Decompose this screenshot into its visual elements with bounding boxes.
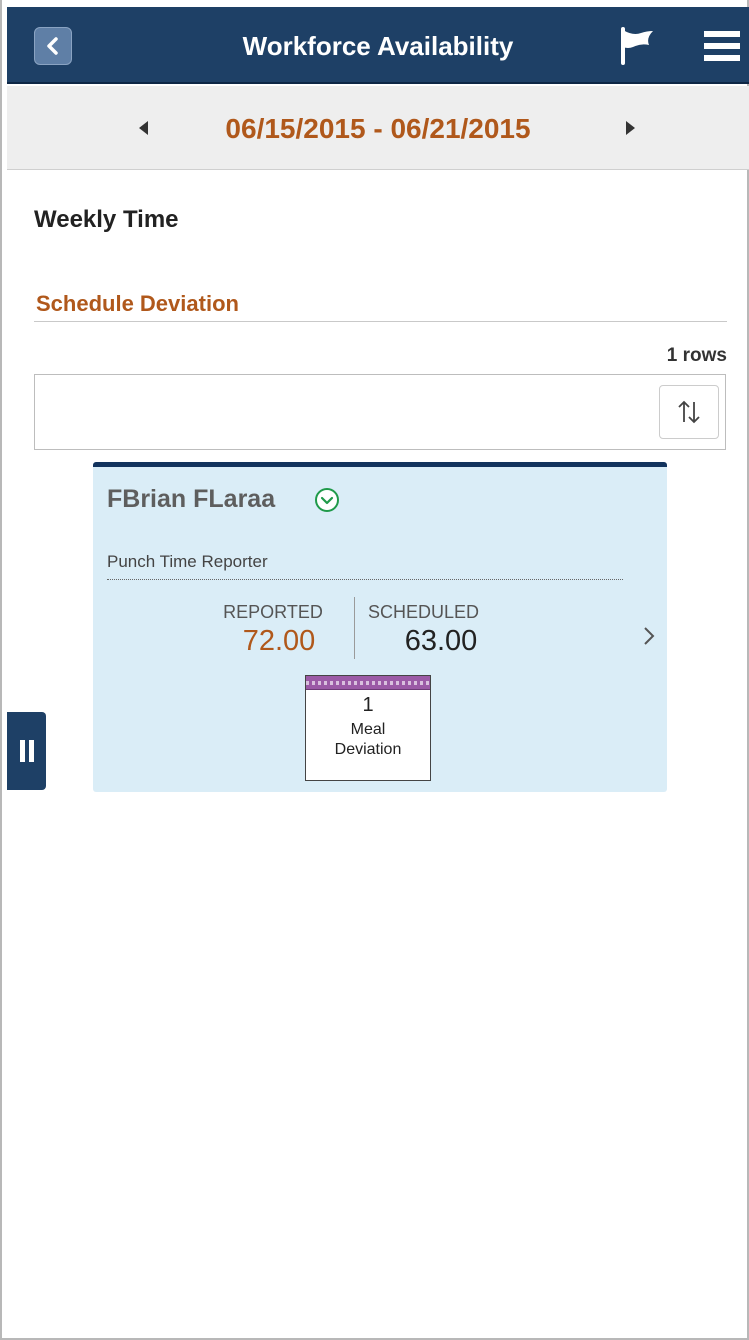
menu-icon[interactable]	[702, 29, 742, 63]
page-title: Weekly Time	[34, 206, 179, 233]
employee-role: Punch Time Reporter	[107, 552, 268, 571]
side-panel-handle[interactable]	[7, 712, 46, 790]
exception-calendar[interactable]: 1 Meal Deviation	[305, 675, 431, 781]
rows-count: 1 rows	[666, 345, 727, 366]
exception-label-2: Deviation	[334, 741, 402, 758]
flag-icon[interactable]	[619, 25, 655, 65]
grid-toolbar	[34, 374, 726, 450]
reported-label: REPORTED	[223, 602, 323, 622]
chevron-right-icon[interactable]	[642, 624, 656, 648]
pause-icon	[19, 740, 25, 762]
employee-tile[interactable]: FBrian FLaraa Punch Time Reporter REPORT…	[93, 462, 667, 792]
header-bar: Workforce Availability	[7, 7, 749, 84]
section-title: Schedule Deviation	[36, 291, 239, 316]
exception-label: Meal	[350, 721, 386, 738]
dotted-divider	[107, 579, 623, 580]
section-divider	[34, 321, 727, 322]
next-week-icon[interactable]	[620, 117, 640, 139]
scheduled-value: 63.00	[404, 625, 478, 657]
calendar-header	[306, 676, 430, 690]
sort-button[interactable]	[659, 385, 719, 439]
chevron-down-circle-icon[interactable]	[314, 487, 340, 513]
value-divider	[354, 597, 355, 659]
sort-icon	[678, 400, 700, 424]
exception-count: 1	[362, 694, 374, 716]
scheduled-label: SCHEDULED	[368, 602, 480, 622]
employee-name: FBrian FLaraa	[107, 485, 276, 513]
pause-icon-bar	[28, 740, 34, 762]
reported-value: 72.00	[242, 625, 316, 657]
date-navigation: 06/15/2015 - 06/21/2015	[7, 86, 749, 170]
